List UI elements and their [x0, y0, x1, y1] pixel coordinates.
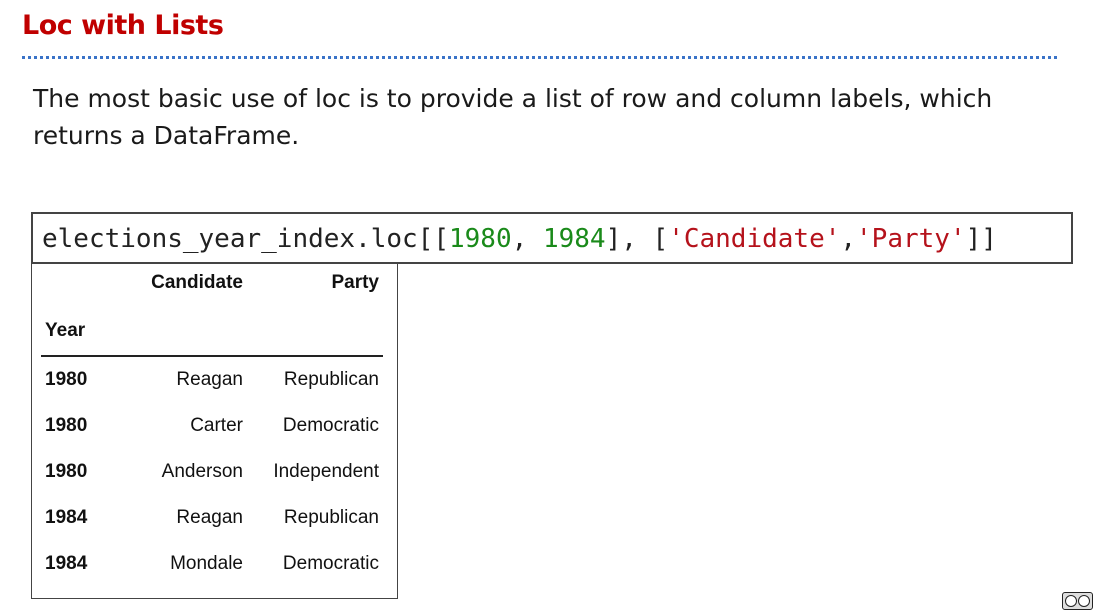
row-index: 1980 — [45, 369, 88, 390]
dataframe-output: Candidate Party Year 1980 Reagan Republi… — [31, 263, 398, 599]
column-header: Candidate — [151, 272, 243, 293]
table-cell: Republican — [283, 507, 379, 528]
table-row: 1984 Reagan Republican — [41, 495, 383, 541]
table-cell: Mondale — [170, 553, 243, 574]
table-cell: Anderson — [161, 461, 243, 482]
code-number: 1984 — [542, 224, 606, 254]
code-bracket: ], [ — [605, 224, 669, 254]
index-row-blank — [116, 306, 247, 357]
dataframe-table: Candidate Party Year 1980 Reagan Republi… — [41, 272, 383, 587]
by-circle-icon — [1078, 595, 1090, 607]
table-row: 1980 Reagan Republican — [41, 356, 383, 403]
index-name: Year — [41, 306, 117, 357]
code-string: 'Party' — [856, 224, 966, 254]
code-object: elections_year_index.loc[[ — [42, 224, 449, 254]
index-corner — [41, 272, 117, 306]
column-header: Party — [331, 272, 379, 293]
table-cell: Democratic — [282, 553, 379, 574]
code-separator: , — [840, 224, 857, 254]
title-divider — [22, 56, 1057, 59]
table-cell: Reagan — [176, 369, 243, 390]
column-header-row: Candidate Party — [41, 272, 383, 306]
table-row: 1980 Anderson Independent — [41, 449, 383, 495]
index-row-blank — [246, 306, 383, 357]
code-line: elections_year_index.loc[[1980, 1984], [… — [42, 222, 997, 256]
table-cell: Reagan — [176, 507, 243, 528]
table-row: 1980 Carter Democratic — [41, 403, 383, 449]
index-name-row: Year — [41, 306, 383, 357]
code-number: 1980 — [449, 224, 512, 254]
code-bracket: ]] — [965, 224, 997, 254]
code-separator: , — [511, 224, 543, 254]
table-cell: Independent — [273, 461, 379, 482]
code-string: 'Candidate' — [668, 224, 841, 254]
code-cell: elections_year_index.loc[[1980, 1984], [… — [31, 212, 1073, 264]
row-index: 1980 — [45, 461, 88, 482]
table-row: 1984 Mondale Democratic — [41, 541, 383, 587]
table-cell: Democratic — [282, 415, 379, 436]
body-text: The most basic use of loc is to provide … — [33, 84, 993, 150]
table-cell: Carter — [190, 415, 243, 436]
row-index: 1984 — [45, 507, 88, 528]
table-cell: Republican — [283, 369, 379, 390]
row-index: 1984 — [45, 553, 88, 574]
cc-circle-icon — [1065, 595, 1077, 607]
cc-by-icon — [1062, 592, 1093, 610]
row-index: 1980 — [45, 415, 88, 436]
slide-title: Loc with Lists — [22, 10, 224, 41]
